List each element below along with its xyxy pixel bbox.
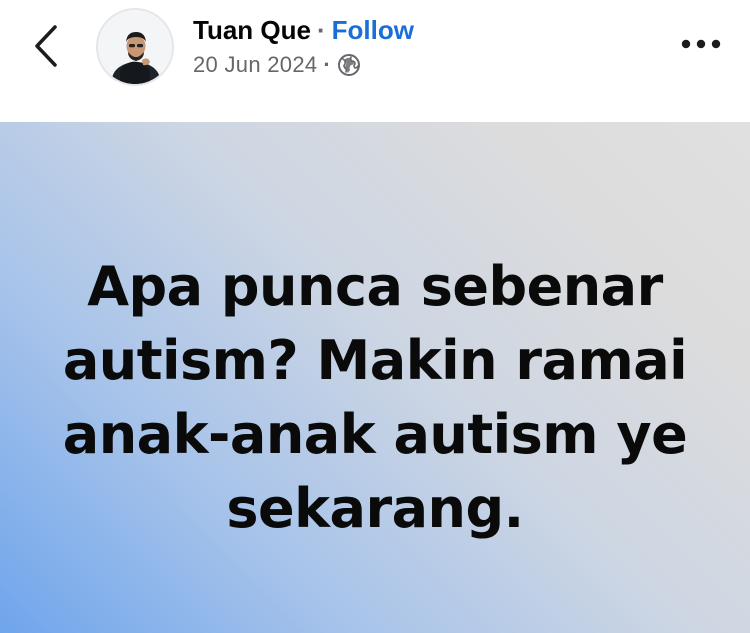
back-button[interactable] [22, 18, 70, 74]
post-background-card: Apa punca sebenar autism? Makin ramai an… [0, 122, 750, 633]
globe-icon [337, 53, 361, 77]
post-header: Tuan Que · Follow 20 Jun 2024 · [0, 0, 750, 122]
post-date[interactable]: 20 Jun 2024 [193, 52, 317, 78]
author-line: Tuan Que · Follow [193, 14, 414, 46]
chevron-left-icon [35, 25, 57, 67]
post-text: Apa punca sebenar autism? Makin ramai an… [62, 255, 688, 540]
author-name[interactable]: Tuan Que [193, 15, 311, 46]
more-horizontal-icon [681, 39, 721, 49]
post-meta: 20 Jun 2024 · [193, 50, 361, 80]
more-options-button[interactable] [672, 22, 730, 66]
meta-separator-dot: · [323, 52, 331, 77]
follow-button[interactable]: Follow [332, 15, 414, 46]
avatar-image [98, 10, 172, 84]
separator-dot: · [316, 14, 326, 45]
avatar[interactable] [96, 8, 174, 86]
